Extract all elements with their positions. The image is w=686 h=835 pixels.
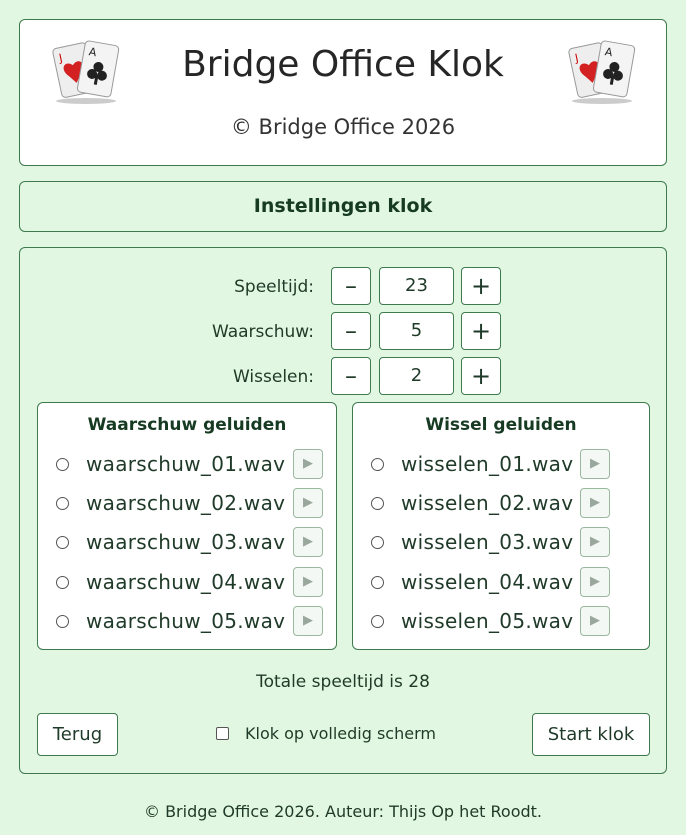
radio-button[interactable] [371, 458, 384, 471]
stepper-waarschuw: Waarschuw: – 5 + [20, 312, 666, 352]
swap-sound-option[interactable]: wisselen_04.wav ▶ [353, 567, 649, 599]
sound-filename: waarschuw_03.wav [86, 530, 286, 554]
speeltijd-increase-button[interactable]: + [461, 267, 501, 305]
radio-button[interactable] [56, 497, 69, 510]
sound-filename: waarschuw_05.wav [86, 609, 286, 633]
radio-button[interactable] [56, 536, 69, 549]
total-playtime-text: Totale speeltijd is 28 [256, 672, 430, 692]
back-button[interactable]: Terug [37, 713, 118, 756]
warn-sound-option[interactable]: waarschuw_04.wav ▶ [38, 567, 336, 599]
play-icon[interactable]: ▶ [580, 606, 610, 636]
radio-button[interactable] [371, 615, 384, 628]
sound-filename: waarschuw_01.wav [86, 452, 286, 476]
swap-sounds-title: Wissel geluiden [425, 415, 577, 435]
speeltijd-decrease-button[interactable]: – [331, 267, 371, 305]
warn-sound-option[interactable]: waarschuw_02.wav ▶ [38, 488, 336, 520]
radio-button[interactable] [56, 458, 69, 471]
stepper-label: Waarschuw: [212, 322, 314, 342]
swap-sound-option[interactable]: wisselen_02.wav ▶ [353, 488, 649, 520]
settings-panel: Speeltijd: – 23 + Waarschuw: – 5 + Wisse… [19, 247, 667, 774]
warn-sound-option[interactable]: waarschuw_01.wav ▶ [38, 449, 336, 481]
sound-filename: waarschuw_04.wav [86, 570, 286, 594]
speeltijd-value[interactable]: 23 [379, 267, 454, 305]
warn-sound-option[interactable]: waarschuw_03.wav ▶ [38, 527, 336, 559]
swap-sound-option[interactable]: wisselen_05.wav ▶ [353, 606, 649, 638]
waarschuw-decrease-button[interactable]: – [331, 312, 371, 350]
start-clock-button[interactable]: Start klok [532, 713, 650, 756]
stepper-speeltijd: Speeltijd: – 23 + [20, 267, 666, 307]
play-icon[interactable]: ▶ [580, 567, 610, 597]
app-copyright: © Bridge Office 2026 [230, 115, 456, 139]
warn-sounds-title: Waarschuw geluiden [87, 415, 287, 435]
playing-cards-icon: J A [568, 40, 636, 104]
sound-filename: wisselen_04.wav [401, 570, 574, 594]
settings-title-bar: Instellingen klok [19, 181, 667, 232]
play-icon[interactable]: ▶ [293, 606, 323, 636]
stepper-label: Speeltijd: [234, 277, 314, 297]
wisselen-decrease-button[interactable]: – [331, 357, 371, 395]
swap-sound-option[interactable]: wisselen_03.wav ▶ [353, 527, 649, 559]
waarschuw-value[interactable]: 5 [379, 312, 454, 350]
radio-button[interactable] [56, 615, 69, 628]
radio-button[interactable] [56, 576, 69, 589]
stepper-wisselen: Wisselen: – 2 + [20, 357, 666, 397]
play-icon[interactable]: ▶ [580, 488, 610, 518]
swap-sounds-box: Wissel geluiden wisselen_01.wav ▶ wissel… [352, 402, 650, 650]
warn-sounds-box: Waarschuw geluiden waarschuw_01.wav ▶ wa… [37, 402, 337, 650]
settings-title: Instellingen klok [253, 195, 433, 217]
sound-filename: waarschuw_02.wav [86, 491, 286, 515]
footer-text: © Bridge Office 2026. Auteur: Thijs Op h… [143, 802, 543, 821]
play-icon[interactable]: ▶ [293, 449, 323, 479]
radio-button[interactable] [371, 576, 384, 589]
play-icon[interactable]: ▶ [293, 527, 323, 557]
waarschuw-increase-button[interactable]: + [461, 312, 501, 350]
warn-sound-option[interactable]: waarschuw_05.wav ▶ [38, 606, 336, 638]
play-icon[interactable]: ▶ [580, 527, 610, 557]
wisselen-value[interactable]: 2 [379, 357, 454, 395]
fullscreen-checkbox[interactable] [216, 727, 229, 740]
wisselen-increase-button[interactable]: + [461, 357, 501, 395]
radio-button[interactable] [371, 536, 384, 549]
radio-button[interactable] [371, 497, 384, 510]
sound-filename: wisselen_03.wav [401, 530, 574, 554]
sound-filename: wisselen_01.wav [401, 452, 574, 476]
play-icon[interactable]: ▶ [293, 488, 323, 518]
sound-filename: wisselen_05.wav [401, 609, 574, 633]
sound-filename: wisselen_02.wav [401, 491, 574, 515]
app-header: J A Bridge Office Klok © Bridge Office 2… [19, 19, 667, 166]
play-icon[interactable]: ▶ [580, 449, 610, 479]
swap-sound-option[interactable]: wisselen_01.wav ▶ [353, 449, 649, 481]
stepper-label: Wisselen: [232, 367, 314, 387]
fullscreen-label: Klok op volledig scherm [245, 724, 436, 743]
play-icon[interactable]: ▶ [293, 567, 323, 597]
